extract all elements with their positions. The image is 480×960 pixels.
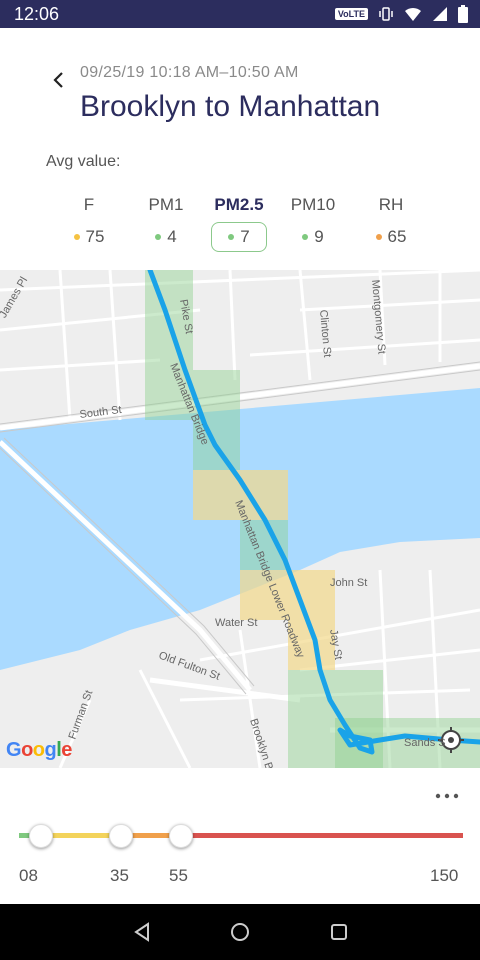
metric-selector: F 75 PM1 4 PM2.5 7 PM10 9 RH 65 (44, 192, 444, 256)
metric-name: PM10 (290, 195, 336, 214)
scale-segment-red (181, 833, 463, 838)
label-sands: Sands S (404, 737, 446, 749)
scale-tick: 08 (19, 866, 38, 885)
status-dot (302, 234, 309, 240)
metric-f[interactable]: F 75 (54, 192, 124, 252)
metric-value-chip: 65 (368, 222, 415, 252)
slider-handle[interactable] (109, 824, 133, 848)
status-time: 12:06 (14, 4, 60, 24)
metric-pm1[interactable]: PM1 4 (131, 192, 201, 252)
status-dot (228, 234, 235, 240)
metric-value-chip: 9 (294, 222, 331, 252)
home-circle-icon[interactable] (229, 921, 251, 943)
metric-name: RH (378, 195, 404, 214)
chevron-left-icon (53, 72, 63, 88)
battery-icon (458, 5, 468, 23)
metric-value-chip: 7 (211, 222, 267, 252)
volte-badge: VoLTE (334, 8, 368, 20)
metric-value: 9 (314, 227, 324, 246)
avg-value-label: Avg value: (46, 153, 121, 170)
metric-value-chip: 75 (66, 222, 113, 252)
metric-value-chip: 4 (147, 222, 184, 252)
metric-rh[interactable]: RH 65 (356, 192, 426, 252)
metric-value: 65 (387, 227, 407, 246)
back-button[interactable] (44, 66, 72, 94)
label-john-st: John St (330, 577, 367, 589)
recents-square-icon[interactable] (328, 921, 350, 943)
more-options-button[interactable] (432, 784, 462, 808)
status-dot (375, 234, 382, 240)
metric-pm2-5[interactable]: PM2.5 7 (204, 192, 274, 252)
scale-tick: 55 (169, 866, 188, 885)
metric-pm10[interactable]: PM10 9 (278, 192, 348, 252)
google-logo: Google (6, 739, 72, 761)
map-canvas[interactable]: James Pl Pike St Clinton St Montgomery S… (0, 270, 480, 768)
status-bar: 12:06 VoLTE (0, 0, 480, 28)
metric-name: PM2.5 (214, 195, 264, 214)
status-dot (73, 234, 80, 240)
metric-value: 7 (240, 227, 250, 246)
metric-value: 4 (167, 227, 177, 246)
system-nav-bar (0, 904, 480, 960)
metric-value: 75 (85, 227, 105, 246)
slider-handle[interactable] (29, 824, 53, 848)
date-range: 09/25/19 10:18 AM–10:50 AM (80, 64, 299, 81)
back-triangle-icon[interactable] (131, 921, 153, 943)
threshold-slider[interactable] (19, 822, 463, 850)
scale-tick: 150 (430, 866, 459, 885)
slider-handle[interactable] (169, 824, 193, 848)
more-dots-icon (435, 793, 459, 799)
label-water-st: Water St (215, 617, 257, 629)
vibrate-icon (379, 7, 393, 21)
scale-tick: 35 (110, 866, 129, 885)
status-dot (155, 234, 162, 240)
metric-name: F (83, 195, 95, 214)
signal-icon (433, 7, 447, 21)
status-icons: VoLTE (334, 5, 468, 23)
page-title: Brooklyn to Manhattan (80, 90, 381, 123)
wifi-icon (405, 7, 421, 21)
route-map[interactable]: James Pl Pike St Clinton St Montgomery S… (0, 270, 480, 768)
metric-name: PM1 (148, 195, 184, 214)
